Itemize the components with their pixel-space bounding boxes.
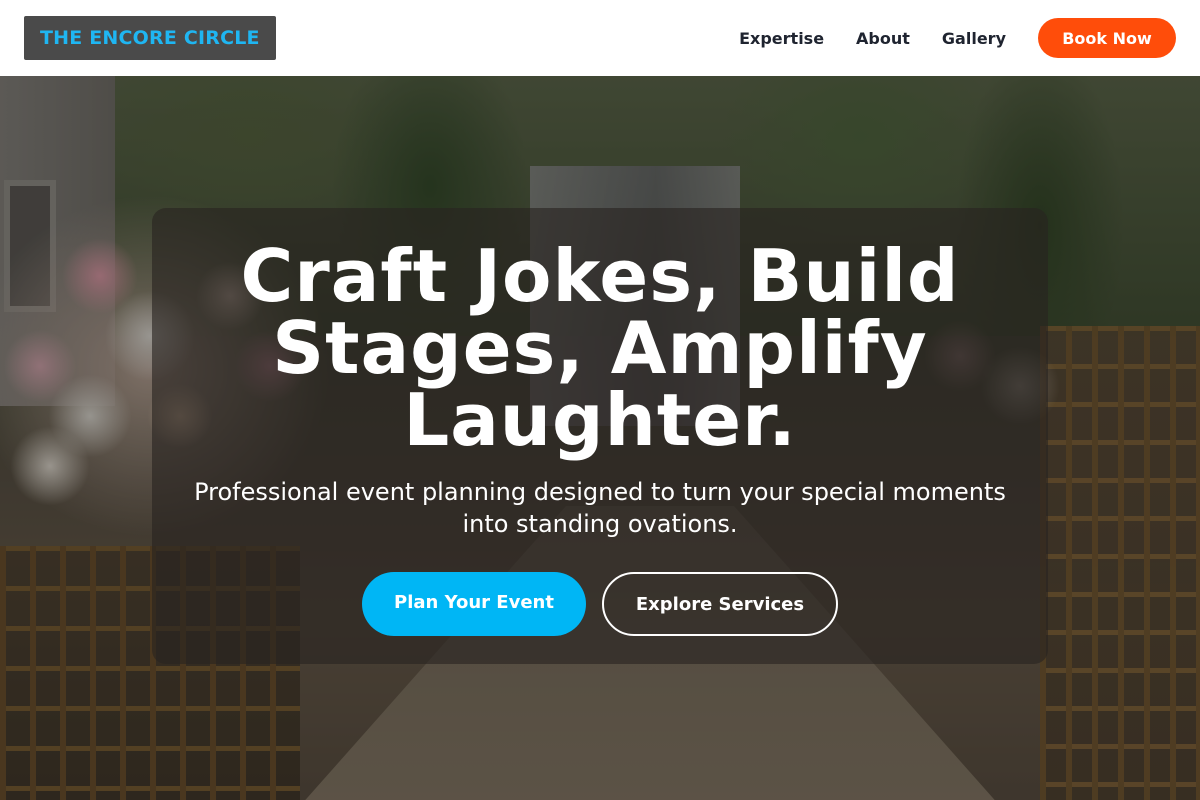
logo[interactable]: THE ENCORE CIRCLE [24,16,276,60]
plan-your-event-button[interactable]: Plan Your Event [362,572,586,636]
nav-link-expertise[interactable]: Expertise [739,29,824,48]
book-now-button[interactable]: Book Now [1038,18,1176,58]
main-nav: Expertise About Gallery Book Now [739,18,1176,58]
site-header: THE ENCORE CIRCLE Expertise About Galler… [0,0,1200,76]
nav-link-gallery[interactable]: Gallery [942,29,1006,48]
explore-services-button[interactable]: Explore Services [602,572,838,636]
hero-card: Craft Jokes, Build Stages, Amplify Laugh… [152,208,1048,664]
hero-headline: Craft Jokes, Build Stages, Amplify Laugh… [240,234,960,462]
hero-cta-row: Plan Your Event Explore Services [362,572,838,636]
nav-link-about[interactable]: About [856,29,910,48]
hero-subtext: Professional event planning designed to … [194,478,1006,538]
